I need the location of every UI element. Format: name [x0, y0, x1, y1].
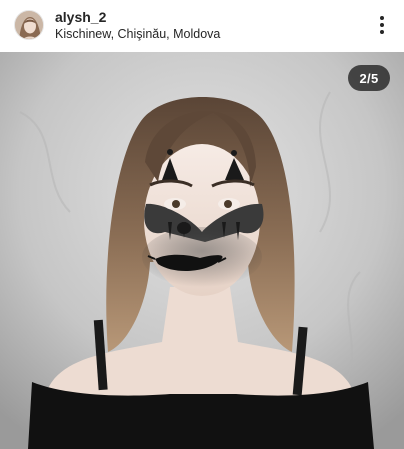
post-photo[interactable]: 2/5 — [0, 52, 404, 449]
avatar-image — [15, 11, 43, 39]
more-options-button[interactable] — [374, 12, 390, 38]
username-link[interactable]: alysh_2 — [55, 9, 106, 25]
carousel-counter: 2/5 — [348, 65, 390, 91]
location-link[interactable]: Kischinew, Chişinău, Moldova — [55, 27, 220, 42]
post-header: alysh_2 Kischinew, Chişinău, Moldova — [0, 0, 404, 52]
avatar[interactable] — [14, 10, 44, 40]
more-vertical-icon — [380, 16, 384, 34]
photo-image — [0, 52, 404, 449]
